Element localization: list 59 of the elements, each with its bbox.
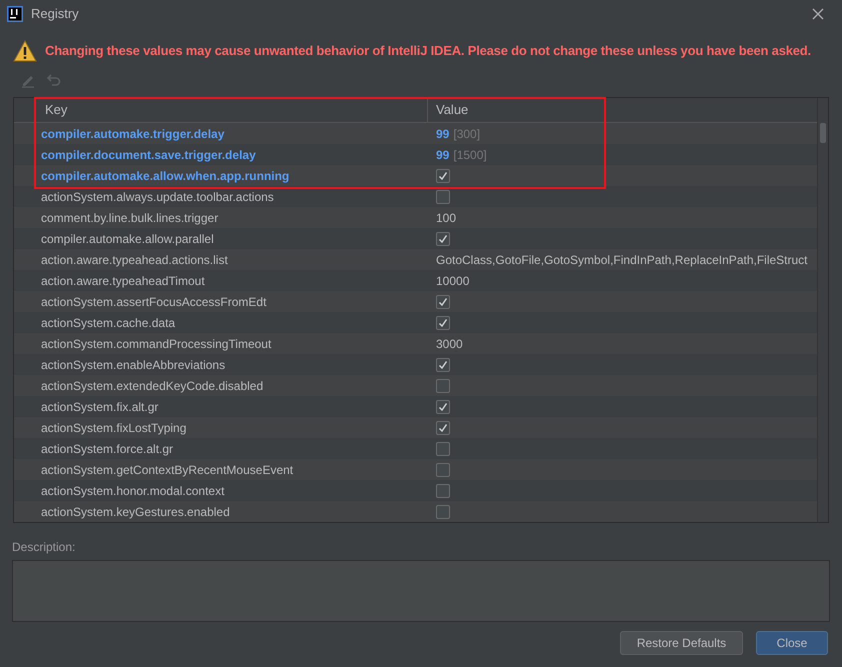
checkbox[interactable] xyxy=(436,462,450,476)
value-cell-text: 3000 xyxy=(436,336,463,352)
key-cell-text: compiler.automake.trigger.delay xyxy=(40,126,226,142)
table-row[interactable]: actionSystem.assertFocusAccessFromEdt xyxy=(14,291,817,312)
key-cell-text: compiler.document.save.trigger.delay xyxy=(40,146,257,164)
table-row[interactable]: actionSystem.commandProcessingTimeout 3000 xyxy=(14,333,817,354)
table-row[interactable]: actionSystem.extendedKeyCode.disabled xyxy=(14,375,817,396)
table-row[interactable]: comment.by.line.bulk.lines.trigger 100 xyxy=(14,207,817,228)
key-cell-text: actionSystem.force.alt.gr xyxy=(40,440,174,458)
key-cell-text: action.aware.typeaheadTimout xyxy=(40,272,206,290)
warning-icon xyxy=(13,40,37,62)
key-cell-text: actionSystem.commandProcessingTimeout xyxy=(40,336,272,352)
checkbox[interactable] xyxy=(436,400,450,414)
checkbox[interactable] xyxy=(436,168,450,182)
checkbox[interactable] xyxy=(436,378,450,392)
checkbox[interactable] xyxy=(436,442,450,456)
app-logo-icon xyxy=(7,6,23,22)
value-cell-text: 10000 xyxy=(436,272,470,290)
value-cell-text: 100 xyxy=(436,210,456,226)
key-cell-text: compiler.automake.allow.parallel xyxy=(40,230,215,248)
table-row[interactable]: actionSystem.keyGestures.enabled xyxy=(14,501,817,522)
description-label: Description: xyxy=(12,539,76,556)
key-cell-text: actionSystem.always.update.toolbar.actions xyxy=(40,188,275,206)
key-cell-text: compiler.automake.allow.when.app.running xyxy=(40,168,290,184)
scrollbar-thumb[interactable] xyxy=(820,123,826,143)
key-cell-text: action.aware.typeahead.actions.list xyxy=(40,252,229,268)
table-row[interactable]: actionSystem.getContextByRecentMouseEvent xyxy=(14,459,817,480)
key-cell-text: actionSystem.getContextByRecentMouseEvent xyxy=(40,462,294,478)
key-cell-text: actionSystem.enableAbbreviations xyxy=(40,356,226,374)
checkbox[interactable] xyxy=(436,504,450,518)
key-cell-text: actionSystem.fix.alt.gr xyxy=(40,398,160,416)
checkbox[interactable] xyxy=(436,420,450,434)
column-header[interactable]: Key xyxy=(35,98,428,122)
warning-message: Changing these values may cause unwanted behavior of IntelliJ IDEA. Please do not change these unless you have been asked. xyxy=(45,42,811,60)
restore-defaults-button[interactable]: Restore Defaults xyxy=(620,631,743,655)
table-row[interactable]: actionSystem.fixLostTyping xyxy=(14,417,817,438)
value-cell-text: GotoClass,GotoFile,GotoSymbol,FindInPath,ReplaceInPath,FileStruct xyxy=(436,252,808,268)
default-value: [1500] xyxy=(453,146,487,164)
value-cell-text: 99 xyxy=(436,146,450,164)
key-cell-text: actionSystem.cache.data xyxy=(40,314,176,332)
checkbox[interactable] xyxy=(436,294,450,308)
key-cell-text: actionSystem.honor.modal.context xyxy=(40,482,226,500)
key-cell-text: actionSystem.extendedKeyCode.disabled xyxy=(40,378,264,394)
table-row[interactable]: action.aware.typeahead.actions.list GotoClass,GotoFile,GotoSymbol,FindInPath,ReplaceInPath,FileStruct xyxy=(14,249,817,270)
key-cell-text: comment.by.line.bulk.lines.trigger xyxy=(40,210,220,226)
key-cell-text: actionSystem.keyGestures.enabled xyxy=(40,504,231,520)
value-cell-text: 99 xyxy=(436,126,450,142)
column-header[interactable]: Value xyxy=(428,98,817,122)
window-title: Registry xyxy=(31,5,79,24)
close-button[interactable]: Close xyxy=(756,631,828,655)
checkbox[interactable] xyxy=(436,316,450,330)
close-icon[interactable] xyxy=(812,8,824,20)
checkbox[interactable] xyxy=(436,190,450,204)
table-row[interactable]: compiler.automake.allow.when.app.running xyxy=(14,165,817,186)
checkbox[interactable] xyxy=(436,232,450,246)
key-cell-text: actionSystem.assertFocusAccessFromEdt xyxy=(40,294,268,310)
checkbox[interactable] xyxy=(436,358,450,372)
checkbox[interactable] xyxy=(436,484,450,498)
key-cell-text: actionSystem.fixLostTyping xyxy=(40,420,188,436)
